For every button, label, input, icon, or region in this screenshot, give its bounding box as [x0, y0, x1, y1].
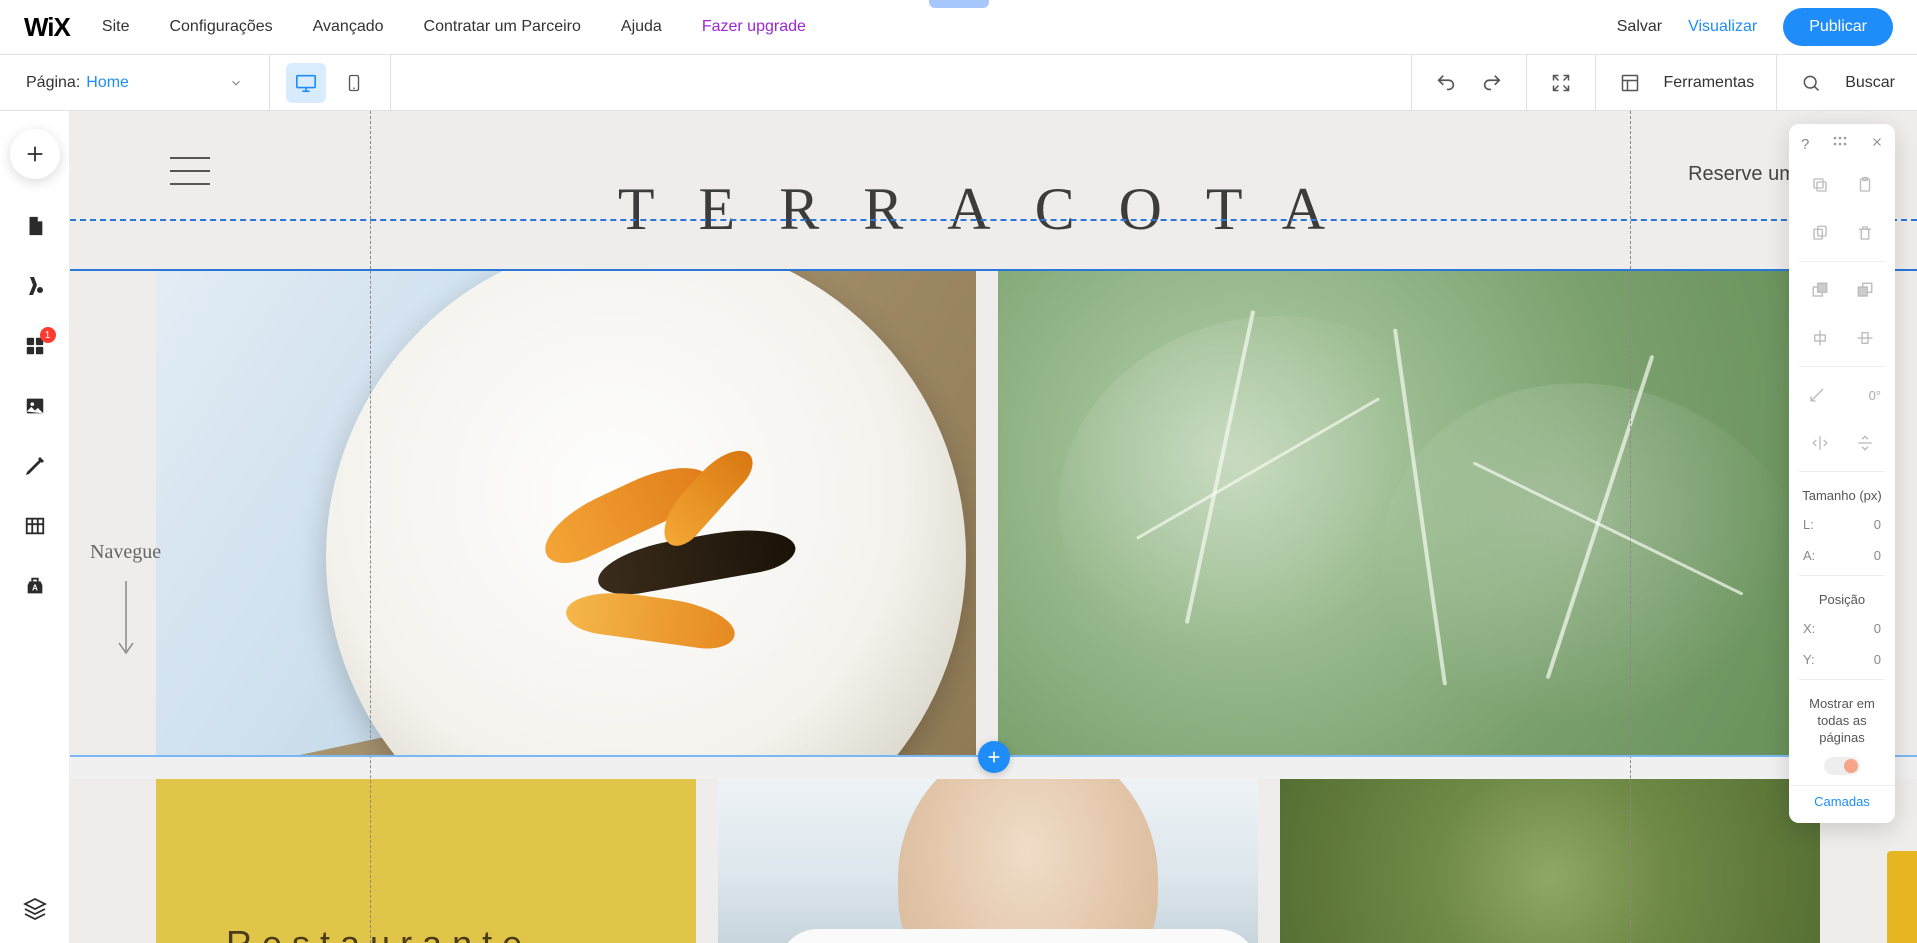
- apps-badge: 1: [40, 327, 56, 343]
- menu-help[interactable]: Ajuda: [621, 18, 662, 36]
- content-manager-icon[interactable]: [22, 513, 48, 539]
- search-group[interactable]: Buscar: [1776, 55, 1917, 110]
- rotation-icon[interactable]: [1803, 381, 1831, 409]
- restaurant-heading[interactable]: Restaurantevegano: [226, 919, 636, 943]
- menu-hire-partner[interactable]: Contratar um Parceiro: [424, 18, 581, 36]
- left-guide: [370, 111, 371, 943]
- page-label: Página:: [26, 74, 80, 92]
- tools-group[interactable]: Ferramentas: [1595, 55, 1777, 110]
- height-label: A:: [1803, 548, 1815, 563]
- chef-image[interactable]: [718, 779, 1258, 943]
- business-icon[interactable]: A: [22, 573, 48, 599]
- duplicate-icon[interactable]: [1806, 219, 1834, 247]
- layers-link[interactable]: Camadas: [1789, 785, 1895, 809]
- hero-image-right[interactable]: [998, 267, 1818, 757]
- align-vertical-icon[interactable]: [1851, 324, 1879, 352]
- side-accent: [1887, 851, 1917, 943]
- svg-text:A: A: [32, 584, 38, 593]
- menu-config[interactable]: Configurações: [169, 18, 272, 36]
- paste-icon[interactable]: [1851, 171, 1879, 199]
- menu-advanced[interactable]: Avançado: [313, 18, 384, 36]
- mobile-view-button[interactable]: [334, 63, 374, 103]
- copy-icon[interactable]: [1806, 171, 1834, 199]
- site-header-section[interactable]: TERRACOTA Reserve uma: [70, 111, 1917, 271]
- rotation-value[interactable]: 0°: [1869, 388, 1881, 403]
- add-element-button[interactable]: [10, 129, 60, 179]
- height-value[interactable]: 0: [1874, 548, 1881, 563]
- flip-horizontal-icon[interactable]: [1806, 429, 1834, 457]
- save-button[interactable]: Salvar: [1617, 18, 1662, 36]
- apps-icon[interactable]: 1: [22, 333, 48, 359]
- layout-icon: [1618, 71, 1642, 95]
- panel-help-icon[interactable]: ?: [1801, 136, 1809, 153]
- show-all-pages-label: Mostrar emtodas aspáginas: [1789, 684, 1895, 753]
- main-menu: Site Configurações Avançado Contratar um…: [102, 18, 806, 36]
- flip-vertical-icon[interactable]: [1851, 429, 1879, 457]
- top-menu-bar: WiX Site Configurações Avançado Contrata…: [0, 0, 1917, 55]
- add-section-button[interactable]: [978, 741, 1010, 773]
- site-title[interactable]: TERRACOTA: [618, 175, 1369, 244]
- width-label: L:: [1803, 517, 1814, 532]
- page-name: Home: [86, 74, 129, 92]
- left-sidebar: 1 A: [0, 111, 70, 943]
- floating-toolbar[interactable]: ? 0° Tamanho (px) L: 0 A: 0: [1789, 124, 1895, 823]
- history-group: [1411, 55, 1526, 110]
- y-value[interactable]: 0: [1874, 652, 1881, 667]
- menu-site[interactable]: Site: [102, 18, 130, 36]
- blog-icon[interactable]: [22, 453, 48, 479]
- x-value[interactable]: 0: [1874, 621, 1881, 636]
- redo-button[interactable]: [1480, 71, 1504, 95]
- preview-button[interactable]: Visualizar: [1688, 18, 1757, 36]
- tools-label: Ferramentas: [1664, 74, 1755, 92]
- search-icon: [1799, 71, 1823, 95]
- pages-icon[interactable]: [22, 213, 48, 239]
- zoom-group: [1526, 55, 1595, 110]
- theme-icon[interactable]: [22, 273, 48, 299]
- undo-button[interactable]: [1434, 71, 1458, 95]
- page-selector[interactable]: Página: Home: [0, 55, 270, 110]
- navigate-label[interactable]: Navegue: [90, 541, 161, 564]
- hero-image-left[interactable]: [156, 267, 976, 757]
- restaurant-card[interactable]: Restaurantevegano: [156, 779, 696, 943]
- align-horizontal-icon[interactable]: [1806, 324, 1834, 352]
- width-value[interactable]: 0: [1874, 517, 1881, 532]
- salad-image[interactable]: [1280, 779, 1820, 943]
- chevron-down-icon: [229, 76, 243, 90]
- menu-upgrade[interactable]: Fazer upgrade: [702, 18, 806, 36]
- media-icon[interactable]: [22, 393, 48, 419]
- top-handle[interactable]: [929, 0, 989, 8]
- horizontal-guide: [70, 219, 1917, 221]
- arrow-down-icon[interactable]: [115, 581, 137, 661]
- editor-canvas[interactable]: TERRACOTA Reserve uma Navegue Restaurant…: [70, 111, 1917, 943]
- x-label: X:: [1803, 621, 1815, 636]
- layers-icon[interactable]: [22, 895, 48, 921]
- zoom-out-icon[interactable]: [1549, 71, 1573, 95]
- delete-icon[interactable]: [1851, 219, 1879, 247]
- panel-close-icon[interactable]: [1871, 136, 1883, 153]
- show-all-pages-toggle[interactable]: [1824, 757, 1860, 775]
- panel-drag-handle-icon[interactable]: [1833, 136, 1847, 153]
- y-label: Y:: [1803, 652, 1815, 667]
- desktop-view-button[interactable]: [286, 63, 326, 103]
- position-section-title: Posição: [1789, 580, 1895, 613]
- send-backward-icon[interactable]: [1851, 276, 1879, 304]
- topbar-right: Salvar Visualizar Publicar: [1617, 8, 1893, 46]
- device-toggle: [270, 55, 391, 110]
- bring-forward-icon[interactable]: [1806, 276, 1834, 304]
- publish-button[interactable]: Publicar: [1783, 8, 1893, 46]
- size-section-title: Tamanho (px): [1789, 476, 1895, 509]
- main-area: 1 A TERRACOTA Reserve uma: [0, 111, 1917, 943]
- search-label: Buscar: [1845, 74, 1895, 92]
- wix-logo[interactable]: WiX: [24, 12, 70, 43]
- editor-toolbar: Página: Home: [0, 55, 1917, 111]
- right-guide: [1630, 111, 1631, 943]
- toolbar-right: Ferramentas Buscar: [1411, 55, 1917, 110]
- hamburger-menu-icon[interactable]: [170, 157, 210, 185]
